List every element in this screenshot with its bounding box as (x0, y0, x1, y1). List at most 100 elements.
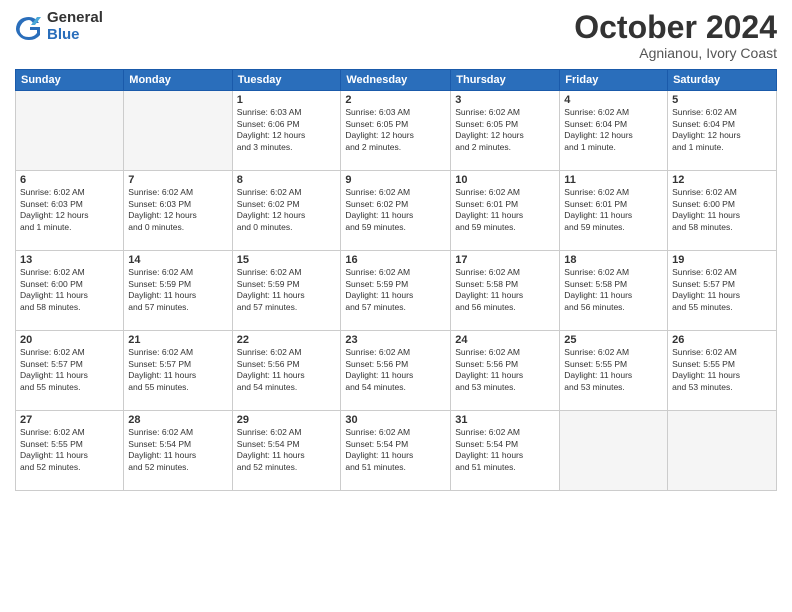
calendar-cell: 30Sunrise: 6:02 AM Sunset: 5:54 PM Dayli… (341, 411, 451, 491)
day-number: 19 (672, 254, 772, 266)
day-info: Sunrise: 6:02 AM Sunset: 5:54 PM Dayligh… (237, 427, 337, 473)
calendar-cell: 17Sunrise: 6:02 AM Sunset: 5:58 PM Dayli… (451, 251, 560, 331)
day-info: Sunrise: 6:02 AM Sunset: 5:54 PM Dayligh… (345, 427, 446, 473)
calendar-cell: 5Sunrise: 6:02 AM Sunset: 6:04 PM Daylig… (668, 91, 777, 171)
day-number: 1 (237, 94, 337, 106)
day-number: 9 (345, 174, 446, 186)
header: General Blue October 2024 Agnianou, Ivor… (15, 10, 777, 61)
day-number: 6 (20, 174, 119, 186)
location: Agnianou, Ivory Coast (574, 45, 777, 61)
calendar-cell: 13Sunrise: 6:02 AM Sunset: 6:00 PM Dayli… (16, 251, 124, 331)
calendar-cell (16, 91, 124, 171)
day-info: Sunrise: 6:02 AM Sunset: 5:59 PM Dayligh… (128, 267, 227, 313)
day-number: 25 (564, 334, 663, 346)
day-info: Sunrise: 6:02 AM Sunset: 6:02 PM Dayligh… (345, 187, 446, 233)
day-number: 30 (345, 414, 446, 426)
day-info: Sunrise: 6:02 AM Sunset: 5:56 PM Dayligh… (455, 347, 555, 393)
day-number: 24 (455, 334, 555, 346)
day-info: Sunrise: 6:02 AM Sunset: 6:04 PM Dayligh… (564, 107, 663, 153)
calendar-cell: 28Sunrise: 6:02 AM Sunset: 5:54 PM Dayli… (124, 411, 232, 491)
weekday-header: Friday (560, 70, 668, 91)
calendar-cell: 4Sunrise: 6:02 AM Sunset: 6:04 PM Daylig… (560, 91, 668, 171)
calendar-cell: 10Sunrise: 6:02 AM Sunset: 6:01 PM Dayli… (451, 171, 560, 251)
weekday-header: Saturday (668, 70, 777, 91)
calendar-cell: 22Sunrise: 6:02 AM Sunset: 5:56 PM Dayli… (232, 331, 341, 411)
calendar-week-row: 20Sunrise: 6:02 AM Sunset: 5:57 PM Dayli… (16, 331, 777, 411)
day-number: 17 (455, 254, 555, 266)
calendar-cell: 15Sunrise: 6:02 AM Sunset: 5:59 PM Dayli… (232, 251, 341, 331)
day-info: Sunrise: 6:02 AM Sunset: 5:55 PM Dayligh… (564, 347, 663, 393)
calendar-cell: 27Sunrise: 6:02 AM Sunset: 5:55 PM Dayli… (16, 411, 124, 491)
day-info: Sunrise: 6:02 AM Sunset: 6:03 PM Dayligh… (128, 187, 227, 233)
logo-icon (15, 13, 43, 41)
logo-blue: Blue (47, 27, 103, 44)
calendar: SundayMondayTuesdayWednesdayThursdayFrid… (15, 69, 777, 491)
day-number: 31 (455, 414, 555, 426)
calendar-week-row: 1Sunrise: 6:03 AM Sunset: 6:06 PM Daylig… (16, 91, 777, 171)
day-info: Sunrise: 6:02 AM Sunset: 6:00 PM Dayligh… (20, 267, 119, 313)
calendar-cell: 1Sunrise: 6:03 AM Sunset: 6:06 PM Daylig… (232, 91, 341, 171)
calendar-cell (124, 91, 232, 171)
calendar-week-row: 27Sunrise: 6:02 AM Sunset: 5:55 PM Dayli… (16, 411, 777, 491)
day-number: 22 (237, 334, 337, 346)
weekday-header: Thursday (451, 70, 560, 91)
month-title: October 2024 (574, 10, 777, 45)
day-number: 13 (20, 254, 119, 266)
day-info: Sunrise: 6:03 AM Sunset: 6:06 PM Dayligh… (237, 107, 337, 153)
day-info: Sunrise: 6:02 AM Sunset: 5:54 PM Dayligh… (455, 427, 555, 473)
calendar-cell: 11Sunrise: 6:02 AM Sunset: 6:01 PM Dayli… (560, 171, 668, 251)
calendar-cell: 24Sunrise: 6:02 AM Sunset: 5:56 PM Dayli… (451, 331, 560, 411)
weekday-header: Monday (124, 70, 232, 91)
day-number: 10 (455, 174, 555, 186)
day-number: 21 (128, 334, 227, 346)
day-info: Sunrise: 6:02 AM Sunset: 5:57 PM Dayligh… (672, 267, 772, 313)
day-number: 7 (128, 174, 227, 186)
calendar-week-row: 13Sunrise: 6:02 AM Sunset: 6:00 PM Dayli… (16, 251, 777, 331)
day-number: 3 (455, 94, 555, 106)
calendar-cell: 25Sunrise: 6:02 AM Sunset: 5:55 PM Dayli… (560, 331, 668, 411)
day-info: Sunrise: 6:03 AM Sunset: 6:05 PM Dayligh… (345, 107, 446, 153)
day-info: Sunrise: 6:02 AM Sunset: 5:56 PM Dayligh… (237, 347, 337, 393)
calendar-cell: 21Sunrise: 6:02 AM Sunset: 5:57 PM Dayli… (124, 331, 232, 411)
day-number: 2 (345, 94, 446, 106)
day-number: 4 (564, 94, 663, 106)
calendar-cell: 31Sunrise: 6:02 AM Sunset: 5:54 PM Dayli… (451, 411, 560, 491)
day-info: Sunrise: 6:02 AM Sunset: 5:58 PM Dayligh… (455, 267, 555, 313)
weekday-header: Sunday (16, 70, 124, 91)
day-info: Sunrise: 6:02 AM Sunset: 6:03 PM Dayligh… (20, 187, 119, 233)
day-number: 28 (128, 414, 227, 426)
logo-text: General Blue (47, 10, 103, 43)
calendar-cell: 6Sunrise: 6:02 AM Sunset: 6:03 PM Daylig… (16, 171, 124, 251)
day-number: 16 (345, 254, 446, 266)
day-info: Sunrise: 6:02 AM Sunset: 6:01 PM Dayligh… (564, 187, 663, 233)
day-number: 26 (672, 334, 772, 346)
day-info: Sunrise: 6:02 AM Sunset: 6:02 PM Dayligh… (237, 187, 337, 233)
day-info: Sunrise: 6:02 AM Sunset: 6:04 PM Dayligh… (672, 107, 772, 153)
calendar-cell: 16Sunrise: 6:02 AM Sunset: 5:59 PM Dayli… (341, 251, 451, 331)
day-info: Sunrise: 6:02 AM Sunset: 5:57 PM Dayligh… (20, 347, 119, 393)
calendar-cell: 19Sunrise: 6:02 AM Sunset: 5:57 PM Dayli… (668, 251, 777, 331)
day-info: Sunrise: 6:02 AM Sunset: 6:05 PM Dayligh… (455, 107, 555, 153)
day-info: Sunrise: 6:02 AM Sunset: 5:59 PM Dayligh… (237, 267, 337, 313)
day-number: 29 (237, 414, 337, 426)
calendar-cell: 2Sunrise: 6:03 AM Sunset: 6:05 PM Daylig… (341, 91, 451, 171)
calendar-cell: 14Sunrise: 6:02 AM Sunset: 5:59 PM Dayli… (124, 251, 232, 331)
page: General Blue October 2024 Agnianou, Ivor… (0, 0, 792, 612)
weekday-header-row: SundayMondayTuesdayWednesdayThursdayFrid… (16, 70, 777, 91)
day-number: 14 (128, 254, 227, 266)
day-number: 18 (564, 254, 663, 266)
day-info: Sunrise: 6:02 AM Sunset: 5:54 PM Dayligh… (128, 427, 227, 473)
day-number: 11 (564, 174, 663, 186)
weekday-header: Wednesday (341, 70, 451, 91)
day-info: Sunrise: 6:02 AM Sunset: 5:56 PM Dayligh… (345, 347, 446, 393)
calendar-cell: 18Sunrise: 6:02 AM Sunset: 5:58 PM Dayli… (560, 251, 668, 331)
calendar-cell: 23Sunrise: 6:02 AM Sunset: 5:56 PM Dayli… (341, 331, 451, 411)
calendar-cell: 12Sunrise: 6:02 AM Sunset: 6:00 PM Dayli… (668, 171, 777, 251)
calendar-cell: 8Sunrise: 6:02 AM Sunset: 6:02 PM Daylig… (232, 171, 341, 251)
logo-general: General (47, 10, 103, 27)
day-info: Sunrise: 6:02 AM Sunset: 6:01 PM Dayligh… (455, 187, 555, 233)
day-info: Sunrise: 6:02 AM Sunset: 5:58 PM Dayligh… (564, 267, 663, 313)
calendar-cell: 9Sunrise: 6:02 AM Sunset: 6:02 PM Daylig… (341, 171, 451, 251)
day-number: 20 (20, 334, 119, 346)
day-number: 12 (672, 174, 772, 186)
